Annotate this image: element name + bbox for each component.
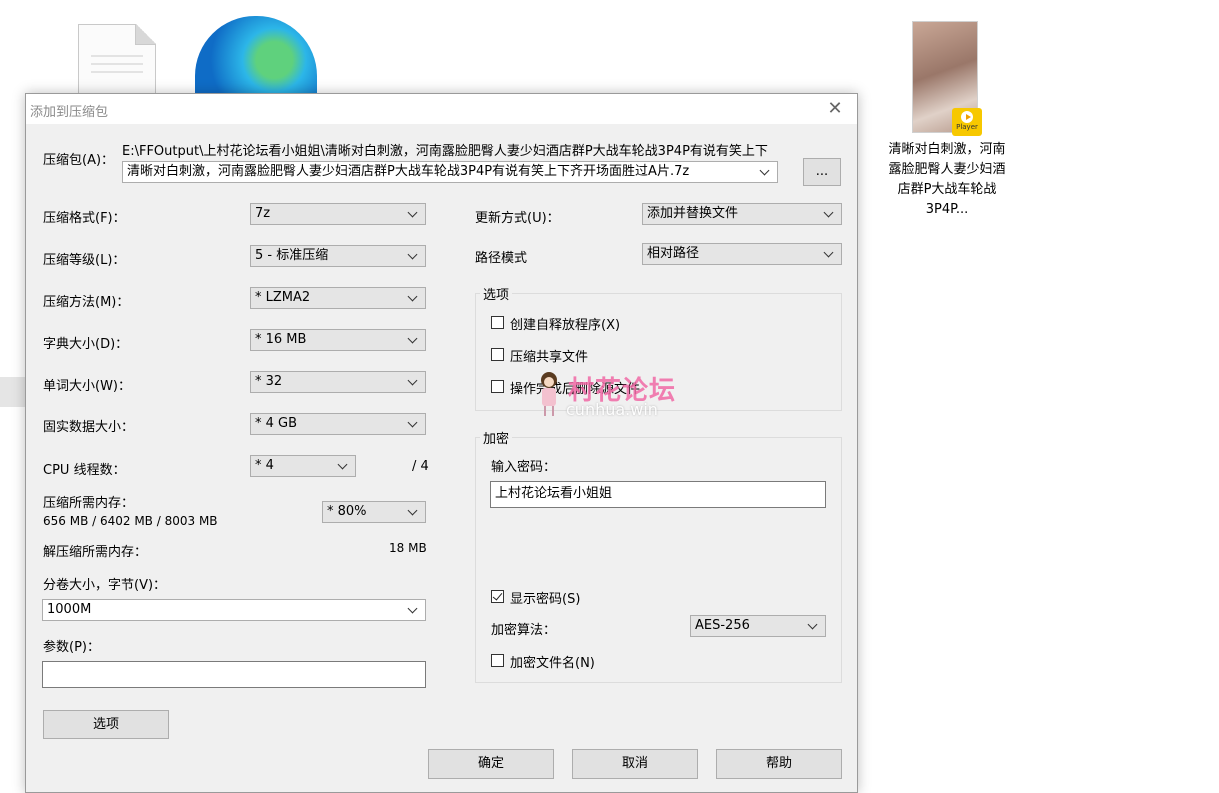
title-bar[interactable]: 添加到压缩包 ✕ — [26, 94, 857, 124]
encrypt-names-checkbox[interactable] — [491, 654, 504, 667]
volume-label: 分卷大小，字节(V)： — [43, 578, 167, 593]
edge-browser-icon[interactable] — [195, 16, 317, 96]
level-select[interactable]: 5 - 标准压缩 — [250, 245, 426, 267]
enc-method-select[interactable]: AES-256 — [690, 615, 826, 637]
word-label: 单词大小(W)： — [43, 379, 131, 394]
encrypt-names-label[interactable]: 加密文件名(N) — [510, 652, 595, 671]
chevron-down-icon — [407, 372, 421, 392]
enc-method-label: 加密算法： — [491, 623, 557, 638]
sfx-label[interactable]: 创建自释放程序(X) — [510, 314, 620, 333]
path-select[interactable]: 相对路径 — [642, 243, 842, 265]
cpu-max: / 4 — [412, 459, 429, 474]
password-label: 输入密码： — [491, 460, 557, 475]
chevron-down-icon — [407, 502, 421, 522]
encryption-group-title: 加密 — [480, 428, 513, 447]
player-badge-icon: Player — [952, 108, 982, 136]
format-value: 7z — [255, 206, 271, 221]
shared-label[interactable]: 压缩共享文件 — [510, 346, 588, 365]
chevron-down-icon — [823, 244, 837, 264]
archive-path-text: E:\FFOutput\上村花论坛看小姐姐\清晰对白刺激，河南露脸肥臀人妻少妇酒… — [122, 144, 768, 159]
sfx-checkbox[interactable] — [491, 316, 504, 329]
mem-decomp-label: 解压缩所需内存： — [43, 545, 148, 560]
password-input[interactable]: 上村花论坛看小姐姐 — [490, 481, 826, 508]
ok-button[interactable]: 确定 — [428, 749, 554, 779]
mem-percent-select[interactable]: * 80% — [322, 501, 426, 523]
video-file-name[interactable]: 清晰对白刺激，河南露脸肥臀人妻少妇酒店群P大战车轮战3P4P... — [884, 140, 1010, 220]
chevron-down-icon — [407, 330, 421, 350]
update-label: 更新方式(U)： — [475, 211, 560, 226]
show-password-label[interactable]: 显示密码(S) — [510, 588, 580, 607]
solid-label: 固实数据大小： — [43, 420, 135, 435]
show-password-checkbox[interactable] — [491, 590, 504, 603]
cancel-button[interactable]: 取消 — [572, 749, 698, 779]
help-button[interactable]: 帮助 — [716, 749, 842, 779]
chevron-down-icon[interactable] — [759, 162, 773, 182]
dialog-title: 添加到压缩包 — [30, 105, 109, 120]
path-label: 路径模式 — [475, 251, 528, 266]
params-input[interactable] — [42, 661, 426, 688]
options-group-title: 选项 — [480, 284, 513, 303]
chevron-down-icon — [337, 456, 351, 476]
level-value: 5 - 标准压缩 — [255, 248, 329, 263]
mem-comp-detail: 656 MB / 6402 MB / 8003 MB — [43, 514, 218, 528]
volume-select[interactable]: 1000M — [42, 599, 426, 621]
chevron-down-icon — [407, 288, 421, 308]
volume-value: 1000M — [47, 602, 92, 617]
level-label: 压缩等级(L)： — [43, 253, 126, 268]
browse-button[interactable]: ... — [803, 158, 841, 186]
solid-value: * 4 GB — [255, 416, 298, 431]
word-value: * 32 — [255, 374, 283, 389]
mem-comp-label: 压缩所需内存： — [43, 496, 135, 511]
format-select[interactable]: 7z — [250, 203, 426, 225]
dict-select[interactable]: * 16 MB — [250, 329, 426, 351]
delete-source-checkbox[interactable] — [491, 380, 504, 393]
method-select[interactable]: * LZMA2 — [250, 287, 426, 309]
cpu-select[interactable]: * 4 — [250, 455, 356, 477]
cpu-value: * 4 — [255, 458, 274, 473]
archive-name-value: 清晰对白刺激，河南露脸肥臀人妻少妇酒店群P大战车轮战3P4P有说有笑上下齐开场面… — [127, 164, 690, 179]
chevron-down-icon — [407, 414, 421, 434]
chevron-down-icon — [407, 600, 421, 620]
add-to-archive-dialog: 添加到压缩包 ✕ 压缩包(A)： E:\FFOutput\上村花论坛看小姐姐\清… — [25, 93, 858, 793]
delete-source-label[interactable]: 操作完成后删除源文件 — [510, 378, 640, 397]
method-label: 压缩方法(M)： — [43, 295, 130, 310]
chevron-down-icon — [407, 246, 421, 266]
mem-percent-value: * 80% — [327, 504, 367, 519]
enc-method-value: AES-256 — [695, 618, 750, 633]
update-value: 添加并替换文件 — [647, 206, 739, 221]
archive-name-combo[interactable]: 清晰对白刺激，河南露脸肥臀人妻少妇酒店群P大战车轮战3P4P有说有笑上下齐开场面… — [122, 161, 778, 183]
mem-decomp-value: 18 MB — [389, 541, 427, 555]
solid-select[interactable]: * 4 GB — [250, 413, 426, 435]
shared-checkbox[interactable] — [491, 348, 504, 361]
chevron-down-icon — [807, 616, 821, 636]
options-button[interactable]: 选项 — [43, 710, 169, 739]
chevron-down-icon — [407, 204, 421, 224]
archive-label: 压缩包(A)： — [43, 153, 115, 168]
path-value: 相对路径 — [647, 246, 700, 261]
dict-value: * 16 MB — [255, 332, 307, 347]
desktop-edge-strip — [0, 377, 26, 407]
method-value: * LZMA2 — [255, 290, 311, 305]
chevron-down-icon — [823, 204, 837, 224]
dict-label: 字典大小(D)： — [43, 337, 129, 352]
update-select[interactable]: 添加并替换文件 — [642, 203, 842, 225]
params-label: 参数(P)： — [43, 640, 100, 655]
cpu-label: CPU 线程数： — [43, 463, 126, 478]
close-icon[interactable]: ✕ — [813, 94, 857, 124]
word-select[interactable]: * 32 — [250, 371, 426, 393]
format-label: 压缩格式(F)： — [43, 211, 126, 226]
